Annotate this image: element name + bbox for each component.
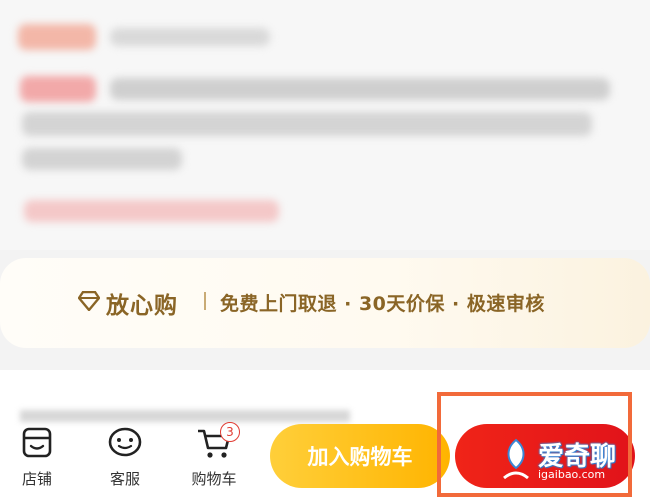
- cart-count-badge: 3: [220, 422, 240, 442]
- cart-label: 购物车: [191, 470, 237, 488]
- customer-service-button[interactable]: 客服: [95, 426, 155, 492]
- watermark-domain: igaibao.com: [538, 468, 606, 481]
- watermark: 爱奇聊 igaibao.com: [498, 436, 638, 491]
- assurance-card[interactable]: 放心购 免费上门取退 · 30天价保 · 极速审核: [0, 258, 650, 348]
- store-icon: [22, 427, 52, 458]
- blurred-tag: [18, 24, 96, 50]
- blurred-text: [20, 410, 350, 422]
- divider: [204, 292, 206, 310]
- blurred-text: [110, 28, 270, 46]
- add-to-cart-button[interactable]: 加入购物车: [270, 424, 450, 488]
- service-label: 客服: [109, 470, 140, 488]
- chat-face-icon: [108, 427, 142, 457]
- blurred-text: [22, 112, 592, 136]
- watermark-logo-icon: [503, 438, 529, 480]
- product-info-area: [0, 0, 650, 250]
- cart-button[interactable]: 3 购物车: [184, 422, 244, 492]
- blurred-text: [110, 78, 610, 100]
- blurred-link: [24, 200, 279, 222]
- assurance-title: 放心购: [106, 293, 178, 319]
- store-button[interactable]: 店铺: [7, 426, 67, 492]
- assurance-benefits: 免费上门取退 · 30天价保 · 极速审核: [220, 293, 545, 315]
- store-label: 店铺: [21, 470, 52, 488]
- blurred-tag: [20, 76, 96, 102]
- blurred-text: [22, 148, 182, 170]
- diamond-icon: [78, 291, 100, 311]
